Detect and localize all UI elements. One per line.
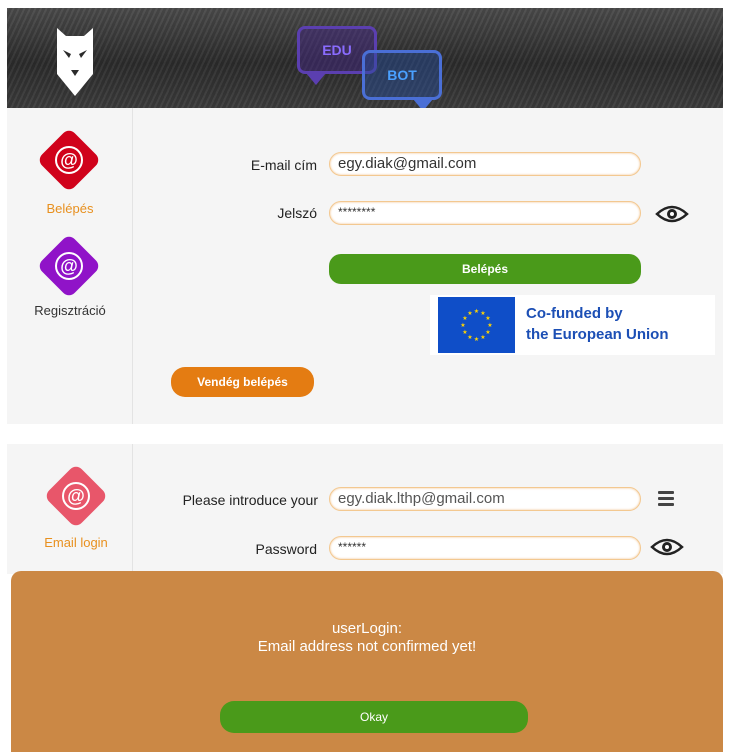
sidebar-item-email-login[interactable]: Email login	[11, 535, 141, 550]
menu-icon[interactable]	[658, 491, 674, 509]
app-header: EDU BOT	[7, 8, 723, 111]
svg-text:★: ★	[480, 334, 485, 341]
sidebar-item-register[interactable]: Regisztráció	[5, 303, 135, 318]
sidebar-item-login[interactable]: Belépés	[5, 201, 135, 216]
login-button[interactable]: Belépés	[329, 254, 641, 284]
email-label: E-mail cím	[250, 157, 317, 173]
bot-logo-bubble: BOT	[362, 50, 442, 111]
eu-cofunded-text: Co-funded by the European Union	[526, 303, 669, 345]
eu-cofunded-banner: ★ ★ ★ ★ ★ ★ ★ ★ ★ ★ ★ ★ Co-funded by the Europea…	[430, 295, 715, 355]
eye-icon[interactable]	[650, 537, 684, 557]
svg-text:★: ★	[460, 322, 465, 329]
svg-text:★: ★	[474, 336, 479, 343]
at-icon: @	[45, 482, 107, 510]
okay-button[interactable]: Okay	[220, 701, 528, 733]
svg-text:★: ★	[462, 329, 467, 336]
email-label: Please introduce your	[182, 492, 318, 508]
password-field[interactable]: ********	[329, 201, 641, 225]
password-field[interactable]: ******	[329, 536, 641, 560]
svg-text:★: ★	[467, 334, 472, 341]
guest-login-button[interactable]: Vendég belépés	[171, 367, 314, 397]
alert-message: userLogin: Email address not confirmed y…	[11, 620, 723, 656]
eu-text-line2: the European Union	[526, 326, 669, 343]
svg-text:★: ★	[485, 329, 490, 336]
email-field[interactable]: egy.diak.lthp@gmail.com	[329, 487, 641, 511]
alert-body: Email address not confirmed yet!	[257, 638, 477, 655]
at-icon: @	[38, 146, 100, 174]
svg-text:★: ★	[487, 322, 492, 329]
eu-flag-icon: ★ ★ ★ ★ ★ ★ ★ ★ ★ ★ ★ ★	[438, 297, 515, 353]
alert-dialog: userLogin: Email address not confirmed y…	[11, 571, 723, 752]
fox-logo-icon	[57, 28, 93, 96]
email-field[interactable]: egy.diak@gmail.com	[329, 152, 641, 176]
sidebar-divider	[132, 444, 133, 574]
svg-text:★: ★	[467, 310, 472, 317]
sidebar-divider	[132, 108, 133, 424]
at-icon: @	[38, 252, 100, 280]
password-label: Password	[255, 541, 317, 557]
eye-icon[interactable]	[655, 204, 689, 224]
svg-text:★: ★	[474, 308, 479, 315]
eu-text-line1: Co-funded by	[526, 305, 623, 322]
svg-text:★: ★	[485, 315, 490, 322]
password-label: Jelszó	[277, 205, 317, 221]
alert-title: userLogin:	[331, 620, 403, 637]
